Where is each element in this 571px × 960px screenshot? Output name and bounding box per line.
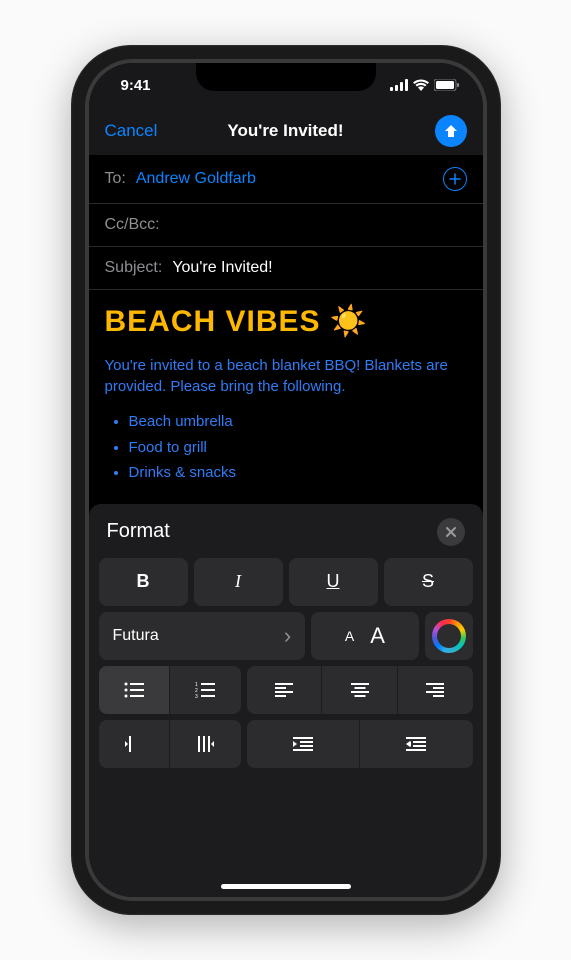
- font-name: Futura: [113, 627, 159, 645]
- bullet-list-button[interactable]: [99, 666, 170, 714]
- size-increase: A: [370, 623, 385, 649]
- align-right-icon: [426, 683, 444, 697]
- close-format-button[interactable]: [437, 518, 465, 546]
- body-list: Beach umbrella Food to grill Drinks & sn…: [105, 409, 467, 486]
- subject-field[interactable]: Subject: You're Invited!: [89, 247, 483, 290]
- nav-bar: Cancel You're Invited!: [89, 107, 483, 155]
- screen: 9:41 Cancel You're Invited!: [89, 63, 483, 897]
- outdent-icon: [125, 736, 143, 752]
- chevron-right-icon: ›: [284, 623, 291, 649]
- text-color-button[interactable]: [425, 612, 473, 660]
- to-label: To:: [105, 170, 126, 188]
- decrease-indent-button[interactable]: [247, 720, 359, 768]
- format-title: Format: [107, 520, 170, 543]
- font-size-button[interactable]: A A: [311, 612, 418, 660]
- style-row: B I U S: [99, 558, 473, 606]
- numbered-list-icon: 123: [195, 682, 215, 698]
- align-left-button[interactable]: [247, 666, 322, 714]
- color-ring-icon: [432, 619, 466, 653]
- subject-value: You're Invited!: [172, 259, 272, 277]
- format-header: Format: [99, 516, 473, 558]
- to-field[interactable]: To: Andrew Goldfarb: [89, 155, 483, 204]
- send-button[interactable]: [435, 115, 467, 147]
- email-body[interactable]: BEACH VIBES ☀️ You're invited to a beach…: [89, 290, 483, 504]
- signal-icon: [390, 79, 408, 91]
- notch: [196, 63, 376, 91]
- indent-group-1: [99, 720, 241, 768]
- size-decrease: A: [345, 628, 354, 644]
- bold-button[interactable]: B: [99, 558, 188, 606]
- indent-row: [99, 720, 473, 768]
- add-recipient-button[interactable]: [443, 167, 467, 191]
- align-group: [247, 666, 473, 714]
- phone-bezel: 9:41 Cancel You're Invited!: [85, 59, 487, 901]
- battery-icon: [434, 79, 459, 91]
- svg-text:3: 3: [195, 694, 198, 698]
- arrow-up-icon: [443, 123, 459, 139]
- wifi-icon: [413, 79, 429, 91]
- decrease-indent-icon: [293, 737, 313, 751]
- list-align-row: 123: [99, 666, 473, 714]
- align-right-button[interactable]: [397, 666, 473, 714]
- cc-bcc-field[interactable]: Cc/Bcc:: [89, 204, 483, 247]
- close-icon: [445, 526, 457, 538]
- underline-button[interactable]: U: [289, 558, 378, 606]
- align-center-button[interactable]: [321, 666, 397, 714]
- list-item: Drinks & snacks: [129, 460, 467, 486]
- body-paragraph: You're invited to a beach blanket BBQ! B…: [105, 355, 467, 397]
- cc-bcc-label: Cc/Bcc:: [105, 216, 160, 234]
- phone-frame: 9:41 Cancel You're Invited!: [71, 45, 501, 915]
- format-panel: Format B I U S Futura ›: [89, 504, 483, 898]
- status-indicators: [390, 79, 459, 91]
- indent-button[interactable]: [169, 720, 241, 768]
- numbered-list-button[interactable]: 123: [169, 666, 241, 714]
- indent-group-2: [247, 720, 473, 768]
- to-value: Andrew Goldfarb: [136, 170, 256, 188]
- align-left-icon: [275, 683, 293, 697]
- outdent-button[interactable]: [99, 720, 170, 768]
- align-center-icon: [351, 683, 369, 697]
- italic-button[interactable]: I: [194, 558, 283, 606]
- bullet-list-icon: [124, 682, 144, 698]
- increase-indent-icon: [406, 737, 426, 751]
- compose-area: To: Andrew Goldfarb Cc/Bcc: Subject: You…: [89, 155, 483, 504]
- list-style-group: 123: [99, 666, 241, 714]
- font-picker-button[interactable]: Futura ›: [99, 612, 306, 660]
- nav-title: You're Invited!: [227, 121, 343, 141]
- indent-icon: [196, 736, 214, 752]
- increase-indent-button[interactable]: [359, 720, 472, 768]
- list-item: Beach umbrella: [129, 409, 467, 435]
- status-time: 9:41: [121, 77, 151, 94]
- cancel-button[interactable]: Cancel: [105, 121, 158, 141]
- body-headline: BEACH VIBES ☀️: [105, 304, 467, 339]
- list-item: Food to grill: [129, 435, 467, 461]
- strikethrough-button[interactable]: S: [384, 558, 473, 606]
- subject-label: Subject:: [105, 259, 163, 277]
- home-indicator[interactable]: [221, 884, 351, 889]
- plus-icon: [449, 173, 461, 185]
- font-row: Futura › A A: [99, 612, 473, 660]
